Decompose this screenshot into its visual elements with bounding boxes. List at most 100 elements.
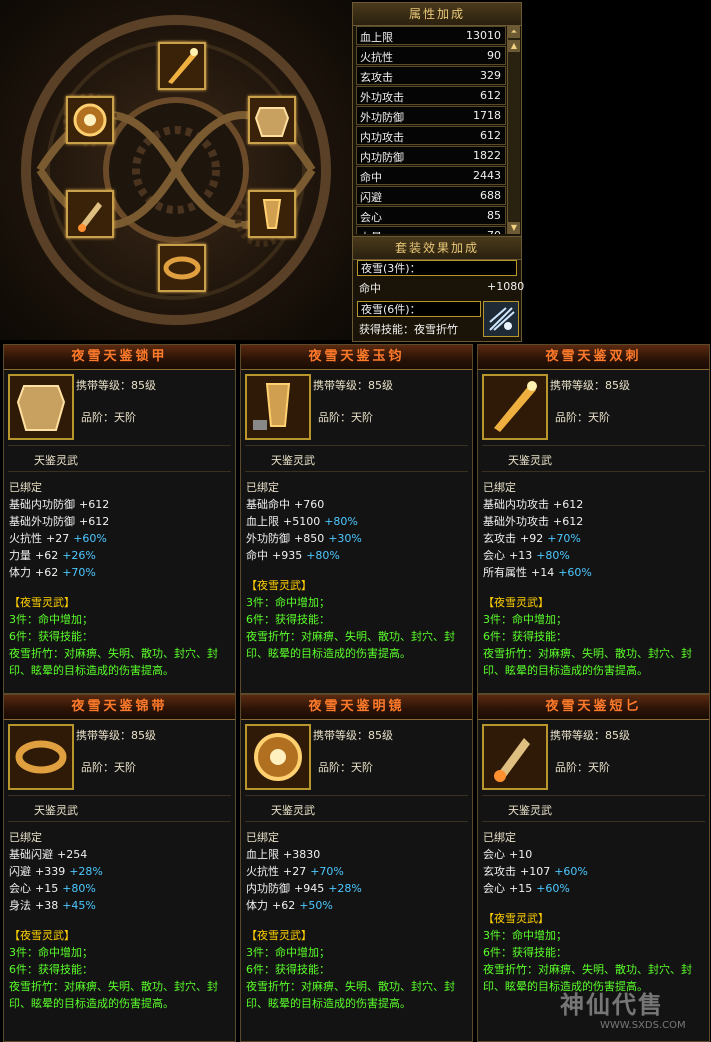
stat-bonus: +80% bbox=[306, 549, 340, 562]
stat-value: +612 bbox=[553, 498, 584, 511]
attribute-row: 火抗性 90 bbox=[356, 46, 506, 65]
stat-line: 火抗性 +27 +70% bbox=[246, 863, 470, 880]
stat-value: +760 bbox=[294, 498, 325, 511]
attribute-value: 1718 bbox=[473, 109, 501, 122]
stat-bonus: +28% bbox=[69, 865, 103, 878]
attribute-name: 血上限 bbox=[360, 31, 393, 44]
attribute-name: 力量 bbox=[360, 229, 382, 234]
stat-value: +14 bbox=[531, 566, 555, 579]
attribute-scrollbar[interactable]: ⏶ ▲ ▼ bbox=[507, 26, 520, 234]
slot-dagger[interactable] bbox=[66, 190, 114, 238]
ornament-icon bbox=[250, 192, 294, 236]
stat-name: 基础外功攻击 bbox=[483, 515, 549, 528]
item-grade: 品阶：天阶 bbox=[555, 761, 610, 774]
set-name: 【夜雪灵武】 bbox=[483, 912, 549, 925]
stat-name: 会心 bbox=[9, 882, 31, 895]
dagger-icon bbox=[68, 192, 112, 236]
stat-line: 身法 +38 +45% bbox=[9, 897, 233, 914]
attribute-panel: 属性加成 血上限 13010 火抗性 90 玄攻击 329 外功攻击 612 外功防御 1718 内… bbox=[352, 2, 522, 237]
jade-hook-icon bbox=[247, 376, 309, 438]
item-icon-frame[interactable] bbox=[245, 724, 311, 790]
attribute-list[interactable]: 血上限 13010 火抗性 90 玄攻击 329 外功攻击 612 外功防御 1718 内功攻击 61… bbox=[356, 26, 506, 234]
item-category: 天鉴灵武 bbox=[34, 454, 78, 467]
carry-level: 携带等级：85级 bbox=[550, 379, 630, 392]
belt-icon bbox=[160, 246, 204, 290]
stat-line: 外功防御 +850 +30% bbox=[246, 530, 470, 547]
stat-name: 基础闪避 bbox=[9, 848, 53, 861]
slot-double-thorn[interactable] bbox=[158, 42, 206, 90]
stat-line: 基础内功攻击 +612 bbox=[483, 496, 707, 513]
stat-name: 所有属性 bbox=[483, 566, 527, 579]
item-category: 天鉴灵武 bbox=[271, 454, 315, 467]
item-icon-frame[interactable] bbox=[8, 374, 74, 440]
stat-name: 火抗性 bbox=[9, 532, 42, 545]
item-icon-frame[interactable] bbox=[482, 724, 548, 790]
slot-armor[interactable] bbox=[248, 96, 296, 144]
item-details: 已绑定 基础内功攻击 +612 基础外功攻击 +612 玄攻击 +92 +70% 会心 +13 +8… bbox=[483, 479, 707, 679]
belt-icon bbox=[10, 726, 72, 788]
stat-bonus: +60% bbox=[73, 532, 107, 545]
stat-value: +10 bbox=[509, 848, 533, 861]
stat-bonus: +70% bbox=[62, 566, 96, 579]
divider bbox=[245, 821, 468, 822]
stat-value: +62 bbox=[35, 549, 59, 562]
scroll-top-icon[interactable]: ⏶ bbox=[508, 26, 520, 38]
attribute-value: 612 bbox=[480, 129, 501, 142]
set-name: 【夜雪灵武】 bbox=[9, 929, 75, 942]
attribute-row: 外功防御 1718 bbox=[356, 106, 506, 125]
item-title: 夜雪天鉴锦带 bbox=[4, 695, 235, 720]
stat-line: 会心 +15 +80% bbox=[9, 880, 233, 897]
stat-line: 基础命中 +760 bbox=[246, 496, 470, 513]
attribute-row: 玄攻击 329 bbox=[356, 66, 506, 85]
attribute-value: 329 bbox=[480, 69, 501, 82]
stat-name: 会心 bbox=[483, 549, 505, 562]
stat-line: 体力 +62 +50% bbox=[246, 897, 470, 914]
item-icon-frame[interactable] bbox=[8, 724, 74, 790]
skill-icon[interactable] bbox=[483, 301, 519, 337]
slot-mirror[interactable] bbox=[66, 96, 114, 144]
slot-belt[interactable] bbox=[158, 244, 206, 292]
skill-description: 夜雪折竹：对麻痹、失明、散功、封穴、封印、眩晕的目标造成的伤害提高。 bbox=[246, 630, 455, 660]
attribute-row: 外功攻击 612 bbox=[356, 86, 506, 105]
stat-bonus: +80% bbox=[62, 882, 96, 895]
stat-value: +339 bbox=[35, 865, 66, 878]
item-category: 天鉴灵武 bbox=[34, 804, 78, 817]
item-card: 夜雪天鉴双刺 携带等级：85级 品阶：天阶 天鉴灵武 已绑定 基础内功攻击 +612 基础外功… bbox=[477, 344, 710, 694]
stat-value: +62 bbox=[272, 899, 296, 912]
item-grade: 品阶：天阶 bbox=[81, 411, 136, 424]
spear-icon bbox=[160, 44, 204, 88]
divider bbox=[482, 471, 705, 472]
stat-bonus: +26% bbox=[62, 549, 96, 562]
stat-value: +850 bbox=[294, 532, 325, 545]
stat-name: 外功防御 bbox=[246, 532, 290, 545]
set-bonus-panel: 套装效果加成 夜雪(3件)： 命中 +1080 夜雪(6件)： 获得技能：夜雪折… bbox=[352, 236, 524, 342]
divider bbox=[8, 471, 231, 472]
stat-bonus: +60% bbox=[558, 566, 592, 579]
item-icon-frame[interactable] bbox=[245, 374, 311, 440]
stat-value: +945 bbox=[294, 882, 325, 895]
stat-line: 内功防御 +945 +28% bbox=[246, 880, 470, 897]
stat-name: 会心 bbox=[483, 882, 505, 895]
stat-value: +15 bbox=[35, 882, 59, 895]
item-details: 已绑定 基础命中 +760 血上限 +5100 +80% 外功防御 +850 +30% 命中 +93… bbox=[246, 479, 470, 662]
bound-status: 已绑定 bbox=[246, 481, 279, 494]
item-card: 夜雪天鉴锦带 携带等级：85级 品阶：天阶 天鉴灵武 已绑定 基础闪避 +254 闪避 +339… bbox=[3, 694, 236, 1042]
attribute-value: 13010 bbox=[466, 29, 501, 42]
item-icon-frame[interactable] bbox=[482, 374, 548, 440]
attribute-value: 90 bbox=[487, 49, 501, 62]
stat-bonus: +28% bbox=[328, 882, 362, 895]
scroll-up-icon[interactable]: ▲ bbox=[508, 40, 520, 52]
item-grade: 品阶：天阶 bbox=[555, 411, 610, 424]
stat-value: +15 bbox=[509, 882, 533, 895]
stat-name: 基础命中 bbox=[246, 498, 290, 511]
scroll-down-icon[interactable]: ▼ bbox=[508, 222, 520, 234]
carry-level: 携带等级：85级 bbox=[550, 729, 630, 742]
slot-jade-hook[interactable] bbox=[248, 190, 296, 238]
stat-value: +935 bbox=[272, 549, 303, 562]
stat-value: +612 bbox=[553, 515, 584, 528]
stat-line: 会心 +15 +60% bbox=[483, 880, 707, 897]
attribute-row: 力量 70 bbox=[356, 226, 506, 234]
item-category: 天鉴灵武 bbox=[271, 804, 315, 817]
attribute-row: 会心 85 bbox=[356, 206, 506, 225]
skill-description: 夜雪折竹：对麻痹、失明、散功、封穴、封印、眩晕的目标造成的伤害提高。 bbox=[483, 647, 692, 677]
